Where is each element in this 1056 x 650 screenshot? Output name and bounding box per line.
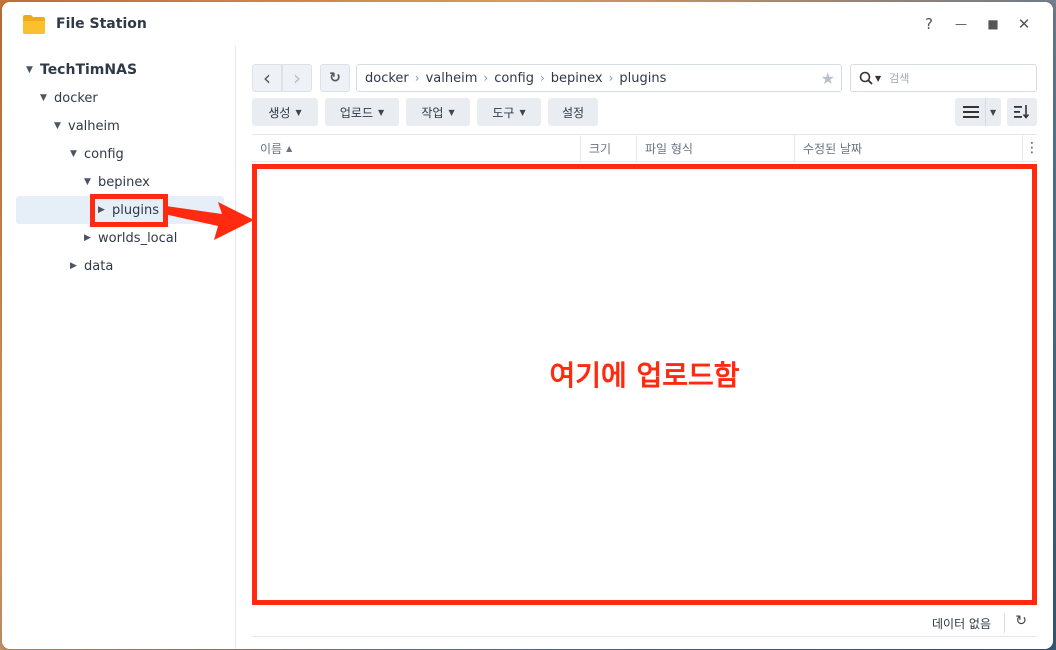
- caret-down-icon: ▼: [377, 107, 385, 117]
- settings-label: 설정: [561, 105, 585, 120]
- path-segment[interactable]: bepinex: [551, 71, 603, 86]
- tree-node-label: config: [84, 146, 124, 162]
- collapsed-arrow-icon[interactable]: ▶: [70, 261, 84, 271]
- caret-down-icon: ▼: [295, 107, 302, 117]
- navigation-bar: ‹ › ↻ docker › valheim › config › bepine…: [252, 64, 1037, 92]
- tree-node-label: valheim: [68, 118, 120, 134]
- search-placeholder: 검색: [889, 72, 910, 85]
- path-separator-icon: ›: [414, 71, 420, 85]
- annotation-text: 여기에 업로드함: [549, 359, 740, 392]
- status-bar: 데이터 없음 ↻: [252, 609, 1037, 637]
- create-button[interactable]: 생성 ▼: [252, 98, 318, 126]
- app-title: File Station: [56, 16, 147, 32]
- tree-node-docker[interactable]: ▼ docker: [40, 84, 98, 112]
- expanded-arrow-icon[interactable]: ▼: [54, 121, 68, 131]
- expanded-arrow-icon[interactable]: ▼: [26, 65, 40, 75]
- tools-button[interactable]: 도구 ▼: [477, 98, 541, 126]
- view-divider: [985, 98, 986, 126]
- maximize-icon[interactable]: ■: [983, 14, 1003, 34]
- upload-button[interactable]: 업로드 ▼: [325, 98, 399, 126]
- upload-label: 업로드: [339, 105, 373, 120]
- help-icon[interactable]: ?: [919, 14, 939, 34]
- annotation-arrow-icon: [164, 202, 254, 240]
- forward-arrow-icon: ›: [293, 66, 301, 90]
- search-input[interactable]: ▼ 검색: [850, 64, 1037, 92]
- tree-node-label: bepinex: [98, 174, 150, 190]
- column-label: 수정된 날짜: [803, 142, 863, 156]
- path-separator-icon: ›: [608, 71, 614, 85]
- caret-down-icon: ▼: [519, 107, 526, 117]
- folder-tree-sidebar: ▼ TechTimNAS ▼ docker ▼ valheim ▼ config…: [2, 46, 236, 649]
- search-icon[interactable]: [859, 71, 873, 85]
- path-segment[interactable]: docker: [365, 71, 409, 86]
- sort-button[interactable]: [1007, 98, 1037, 126]
- search-options-caret-icon[interactable]: ▼: [875, 74, 881, 83]
- forward-button[interactable]: ›: [282, 64, 312, 92]
- tree-node-label: data: [84, 258, 114, 274]
- action-label: 작업: [421, 105, 444, 120]
- back-button[interactable]: ‹: [252, 64, 282, 92]
- column-header-name[interactable]: 이름 ▲: [252, 135, 581, 162]
- path-separator-icon: ›: [539, 71, 545, 85]
- action-button[interactable]: 작업 ▼: [406, 98, 470, 126]
- caret-down-icon: ▼: [448, 107, 455, 117]
- column-label: 파일 형식: [645, 142, 693, 156]
- title-bar: File Station ? — ■ ✕: [2, 2, 1053, 46]
- tools-label: 도구: [492, 105, 515, 120]
- expanded-arrow-icon[interactable]: ▼: [84, 177, 98, 187]
- collapsed-arrow-icon[interactable]: ▶: [84, 233, 98, 243]
- column-label: 이름: [260, 142, 283, 156]
- back-arrow-icon: ‹: [263, 66, 271, 90]
- sort-icon: [1014, 105, 1030, 119]
- expanded-arrow-icon[interactable]: ▼: [40, 93, 54, 103]
- tree-node-data[interactable]: ▶ data: [70, 252, 113, 280]
- sort-asc-icon: ▲: [286, 144, 293, 153]
- file-station-window: File Station ? — ■ ✕ ▼ TechTimNAS ▼ dock…: [2, 2, 1053, 649]
- status-refresh-icon[interactable]: ↻: [1015, 613, 1027, 629]
- expanded-arrow-icon[interactable]: ▼: [70, 149, 84, 159]
- view-mode-button[interactable]: ▼: [955, 98, 1001, 126]
- path-segment[interactable]: valheim: [426, 71, 478, 86]
- path-segment[interactable]: plugins: [619, 71, 666, 86]
- column-header-modified[interactable]: 수정된 날짜: [795, 135, 1023, 162]
- tree-node-label: docker: [54, 90, 98, 106]
- file-list-drop-area[interactable]: 여기에 업로드함: [252, 164, 1037, 605]
- caret-down-icon[interactable]: ▼: [990, 108, 996, 117]
- status-text: 데이터 없음: [931, 617, 991, 631]
- path-separator-icon: ›: [483, 71, 489, 85]
- path-segment[interactable]: config: [494, 71, 534, 86]
- tree-node-bepinex[interactable]: ▼ bepinex: [84, 168, 150, 196]
- folder-app-icon: [23, 15, 45, 34]
- action-toolbar: 생성 ▼ 업로드 ▼ 작업 ▼ 도구 ▼ 설정 ▼: [252, 98, 1037, 126]
- favorite-star-icon[interactable]: ★: [821, 69, 835, 88]
- status-divider: [1004, 613, 1005, 633]
- path-bar[interactable]: docker › valheim › config › bepinex › pl…: [356, 64, 842, 92]
- refresh-button[interactable]: ↻: [320, 64, 350, 92]
- annotation-highlight-box: [90, 194, 168, 227]
- column-header-file-type[interactable]: 파일 형식: [637, 135, 795, 162]
- refresh-icon: ↻: [329, 70, 341, 86]
- column-label: 크기: [589, 142, 612, 156]
- file-list-header: 이름 ▲ 크기 파일 형식 수정된 날짜 ⋮: [252, 134, 1039, 162]
- create-label: 생성: [268, 105, 291, 120]
- column-header-size[interactable]: 크기: [581, 135, 637, 162]
- column-options-icon[interactable]: ⋮: [1025, 140, 1039, 156]
- tree-node-root[interactable]: ▼ TechTimNAS: [26, 56, 137, 84]
- minimize-icon[interactable]: —: [951, 14, 971, 34]
- close-icon[interactable]: ✕: [1014, 14, 1034, 34]
- tree-node-valheim[interactable]: ▼ valheim: [54, 112, 120, 140]
- settings-button[interactable]: 설정: [548, 98, 598, 126]
- list-view-icon: [963, 106, 979, 118]
- tree-node-config[interactable]: ▼ config: [70, 140, 124, 168]
- tree-node-label: TechTimNAS: [40, 62, 138, 78]
